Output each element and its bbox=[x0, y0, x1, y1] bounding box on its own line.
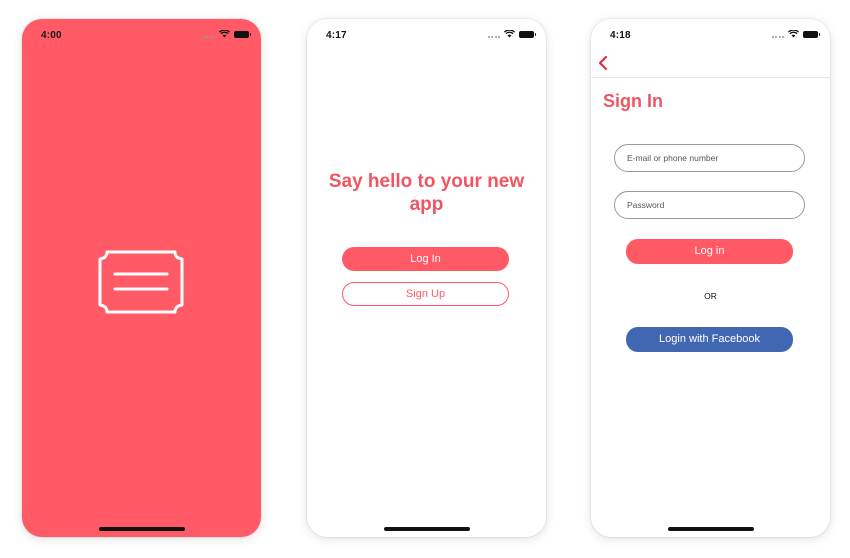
login-button[interactable]: Log In bbox=[342, 247, 509, 271]
wifi-icon bbox=[504, 30, 515, 38]
signin-screen: 4:18 Sign In Log in OR Login with Facebo… bbox=[591, 19, 830, 537]
home-indicator[interactable] bbox=[98, 527, 185, 531]
status-bar: 4:17 bbox=[307, 19, 546, 49]
page-title: Sign In bbox=[603, 91, 663, 111]
navigation-bar bbox=[591, 49, 830, 78]
home-indicator[interactable] bbox=[383, 527, 470, 531]
signal-dots-icon bbox=[487, 30, 500, 38]
home-indicator[interactable] bbox=[667, 527, 754, 531]
screenshot-stage: 4:00 4:17 Say hello to your new app Log … bbox=[0, 0, 850, 558]
wifi-icon bbox=[788, 30, 799, 38]
or-divider-label: OR bbox=[704, 291, 717, 301]
signup-button[interactable]: Sign Up bbox=[342, 282, 509, 306]
battery-icon bbox=[234, 30, 251, 38]
status-icons bbox=[487, 30, 536, 38]
battery-icon bbox=[803, 30, 820, 38]
welcome-title: Say hello to your new app bbox=[328, 171, 525, 215]
status-icons bbox=[771, 30, 820, 38]
signal-dots-icon bbox=[771, 30, 784, 38]
chevron-left-icon[interactable] bbox=[596, 55, 612, 71]
status-time: 4:00 bbox=[41, 30, 62, 41]
status-bar: 4:18 bbox=[591, 19, 830, 49]
password-field[interactable] bbox=[614, 191, 805, 219]
status-time: 4:18 bbox=[610, 30, 631, 41]
welcome-screen: 4:17 Say hello to your new app Log In Si… bbox=[307, 19, 546, 537]
email-field[interactable] bbox=[614, 144, 805, 172]
battery-icon bbox=[519, 30, 536, 38]
status-time: 4:17 bbox=[326, 30, 347, 41]
ticket-menu-icon bbox=[98, 250, 184, 314]
wifi-icon bbox=[219, 30, 230, 38]
status-icons bbox=[202, 30, 251, 38]
login-button[interactable]: Log in bbox=[626, 239, 793, 264]
status-bar: 4:00 bbox=[22, 19, 261, 49]
splash-screen: 4:00 bbox=[22, 19, 261, 537]
facebook-login-button[interactable]: Login with Facebook bbox=[626, 327, 793, 352]
signal-dots-icon bbox=[202, 30, 215, 38]
